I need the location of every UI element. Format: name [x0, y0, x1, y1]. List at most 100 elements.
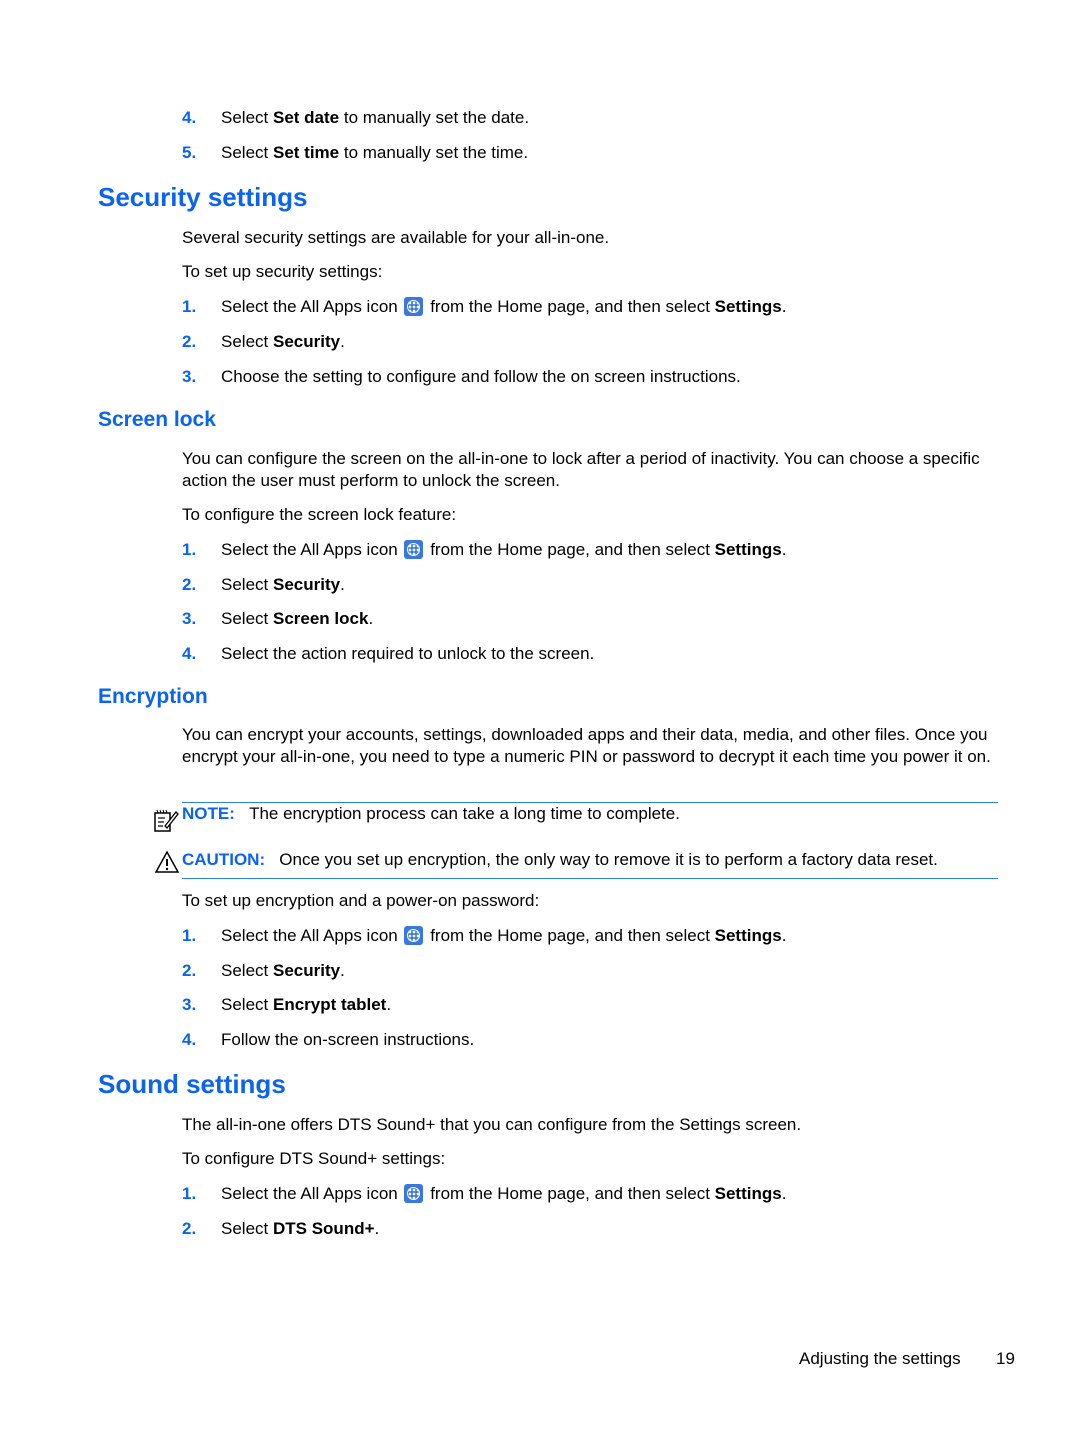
all-apps-icon [404, 297, 424, 316]
step-bold: Settings [714, 297, 782, 316]
screen-lock-heading: Screen lock [98, 408, 216, 431]
step-number: 3. [182, 367, 197, 386]
step-number: 3. [182, 995, 197, 1014]
step-text: . [340, 961, 345, 980]
step-text: Select the All Apps icon [221, 540, 398, 559]
step-text: Select [221, 961, 273, 980]
step-text: from the Home page, and then select [425, 926, 715, 945]
encryption-heading: Encryption [98, 685, 208, 708]
step-bold: Settings [714, 540, 782, 559]
encryption-lead: To set up encryption and a power-on pass… [182, 891, 540, 910]
step-text: to manually set the time. [339, 143, 529, 162]
screen-lock-step-3: 3. Select Screen lock. [182, 608, 373, 630]
step-text: from the Home page, and then select [425, 297, 715, 316]
step-text: Choose the setting to configure and foll… [221, 367, 741, 386]
sound-step-1: 1. Select the All Apps icon from the Home… [182, 1183, 786, 1205]
encryption-step-4: 4. Follow the on-screen instructions. [182, 1029, 474, 1051]
step-text: Select [221, 575, 273, 594]
step-number: 1. [182, 297, 197, 316]
step-text: Select the All Apps icon [221, 1184, 398, 1203]
step-text: Select [221, 1219, 273, 1238]
step-text: Follow the on-screen instructions. [221, 1030, 475, 1049]
step-bold: Security [272, 332, 341, 351]
step-text: Select the All Apps icon [221, 297, 398, 316]
step-number: 2. [182, 575, 197, 594]
encryption-intro: You can encrypt your accounts, settings,… [182, 725, 991, 766]
sound-step-2: 2. Select DTS Sound+. [182, 1218, 379, 1240]
step-text: Select [221, 108, 273, 127]
step-bold: Encrypt tablet [272, 995, 387, 1014]
step-text: Select the All Apps icon [221, 926, 398, 945]
step-text: from the Home page, and then select [425, 540, 715, 559]
caution-bottom-rule [182, 878, 998, 879]
step-bold: Security [272, 575, 341, 594]
step-text: from the Home page, and then select [425, 1184, 715, 1203]
step-bold: Security [272, 961, 341, 980]
step-number: 1. [182, 1184, 197, 1203]
security-step-3: 3. Choose the setting to configure and fo… [182, 366, 741, 388]
step-bold: Settings [714, 926, 782, 945]
caution-icon [154, 850, 180, 874]
step-number: 2. [182, 1219, 197, 1238]
step-bold: DTS Sound+ [272, 1219, 375, 1238]
sound-settings-heading: Sound settings [98, 1069, 286, 1099]
security-lead: To set up security settings: [182, 262, 383, 281]
sound-intro: The all-in-one offers DTS Sound+ that yo… [182, 1115, 802, 1134]
step-number: 1. [182, 926, 197, 945]
step-number: 4. [182, 1030, 197, 1049]
footer-section-title: Adjusting the settings [799, 1349, 961, 1368]
screen-lock-step-1: 1. Select the All Apps icon from the Home… [182, 539, 786, 561]
step-set-date: 4. Select Set date to manually set the da… [182, 107, 529, 129]
step-text: . [368, 609, 374, 628]
security-step-1: 1. Select the All Apps icon from the Home… [182, 296, 786, 318]
all-apps-icon [404, 540, 424, 559]
step-text: . [781, 540, 787, 559]
all-apps-icon [404, 1184, 424, 1203]
step-number: 5. [182, 143, 197, 162]
screen-lock-lead: To configure the screen lock feature: [182, 505, 457, 524]
note-icon [153, 808, 179, 834]
screen-lock-step-4: 4. Select the action required to unlock t… [182, 643, 594, 665]
step-text: . [340, 332, 345, 351]
step-text: Select [221, 332, 273, 351]
security-intro: Several security settings are available … [182, 228, 610, 247]
security-step-2: 2. Select Security. [182, 331, 345, 353]
step-text: Select [221, 995, 273, 1014]
caution-label: CAUTION: [182, 850, 266, 869]
step-text: . [781, 297, 787, 316]
step-text: Select [221, 143, 273, 162]
step-number: 1. [182, 540, 197, 559]
step-text: . [781, 1184, 787, 1203]
step-number: 3. [182, 609, 197, 628]
note: NOTE: The encryption process can take a … [182, 803, 680, 825]
note-label: NOTE: [182, 804, 235, 823]
step-bold: Settings [714, 1184, 782, 1203]
screen-lock-step-2: 2. Select Security. [182, 574, 345, 596]
step-text: . [340, 575, 345, 594]
all-apps-icon [404, 926, 424, 945]
step-text: . [781, 926, 787, 945]
encryption-step-2: 2. Select Security. [182, 960, 345, 982]
step-bold: Screen lock [272, 609, 369, 628]
screen-lock-intro: You can configure the screen on the all-… [182, 449, 980, 490]
step-text: . [374, 1219, 380, 1238]
caution: CAUTION: Once you set up encryption, the… [182, 849, 938, 871]
step-number: 4. [182, 644, 197, 663]
step-set-time: 5. Select Set time to manually set the ti… [182, 142, 528, 164]
step-text: to manually set the date. [339, 108, 530, 127]
step-number: 2. [182, 332, 197, 351]
step-text: Select the action required to unlock to … [221, 644, 595, 663]
step-number: 4. [182, 108, 197, 127]
note-text: The encryption process can take a long t… [249, 804, 680, 823]
encryption-step-1: 1. Select the All Apps icon from the Home… [182, 925, 786, 947]
page-number: 19 [996, 1349, 1015, 1368]
step-text: Select [221, 609, 273, 628]
security-settings-heading: Security settings [98, 182, 308, 212]
sound-lead: To configure DTS Sound+ settings: [182, 1149, 446, 1168]
step-bold: Set time [272, 143, 340, 162]
caution-text: Once you set up encryption, the only way… [279, 850, 938, 869]
step-number: 2. [182, 961, 197, 980]
encryption-step-3: 3. Select Encrypt tablet. [182, 994, 391, 1016]
step-bold: Set date [272, 108, 340, 127]
step-text: . [386, 995, 392, 1014]
